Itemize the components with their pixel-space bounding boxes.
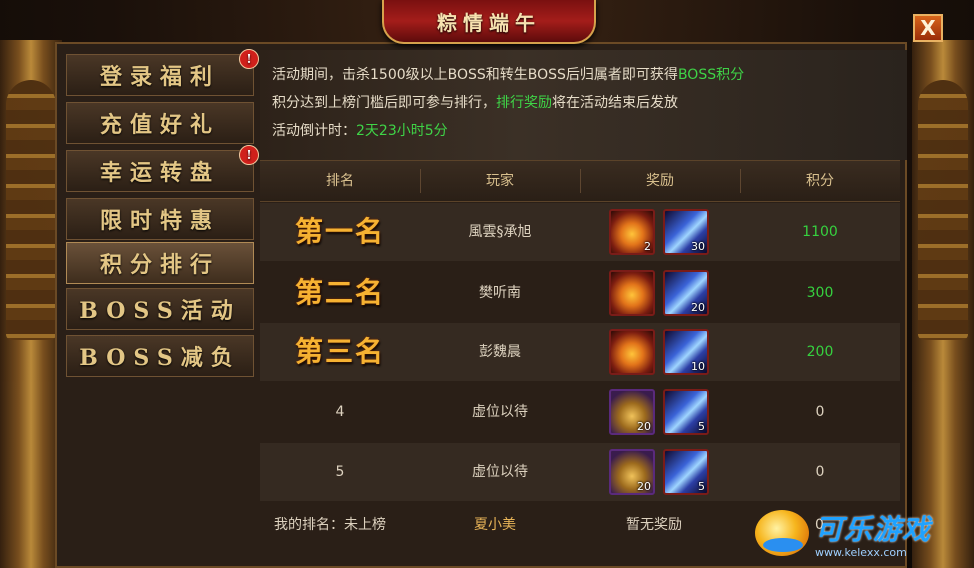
player-name: 彭魏晨 bbox=[479, 344, 521, 360]
rank-label: 第一名 bbox=[294, 215, 385, 248]
table-row: 4 虚位以待 20 5 0 bbox=[260, 383, 900, 441]
crystal-icon[interactable]: 5 bbox=[663, 449, 709, 495]
my-rank: 我的排名：未上榜 bbox=[274, 517, 386, 533]
item-quantity: 20 bbox=[637, 480, 651, 493]
item-quantity: 5 bbox=[698, 480, 705, 493]
sidebar: 登录福利 ! 充值好礼 幸运转盘 ! 限时特惠 积分排行 BOSS活动 BOSS… bbox=[64, 49, 259, 556]
my-reward: 暂无奖励 bbox=[626, 517, 682, 533]
header-score: 积分 bbox=[806, 173, 834, 189]
boss-points-highlight: BOSS积分 bbox=[677, 67, 745, 83]
crystal-icon[interactable]: 10 bbox=[663, 329, 709, 375]
my-player-name: 夏小美 bbox=[474, 517, 516, 533]
score-value: 300 bbox=[806, 285, 834, 301]
potion-icon[interactable] bbox=[609, 329, 655, 375]
table-row: 第一名 風雲§承旭 2 30 1100 bbox=[260, 203, 900, 261]
sidebar-item-label: 积分排行 bbox=[99, 252, 220, 278]
ranking-table-header: 排名 玩家 奖励 积分 bbox=[260, 160, 900, 202]
window-title: 粽情端午 bbox=[437, 10, 541, 35]
event-info: 活动期间，击杀1500级以上BOSS和转生BOSS后归属者即可获得BOSS积分 … bbox=[260, 50, 907, 160]
header-rank: 排名 bbox=[326, 173, 354, 189]
info-text: 积分达到上榜门槛后即可参与排行， bbox=[272, 95, 496, 111]
table-row: 5 虚位以待 20 5 0 bbox=[260, 443, 900, 501]
info-text: 活动期间，击杀1500级以上BOSS和转生BOSS后归属者即可获得 bbox=[272, 67, 678, 83]
kele-logo-icon bbox=[755, 510, 809, 556]
table-row: 第二名 樊听南 20 300 bbox=[260, 264, 900, 322]
crystal-icon[interactable]: 30 bbox=[663, 209, 709, 255]
watermark-url: www.kelexx.com bbox=[815, 545, 907, 559]
treasure-chest-icon[interactable]: 20 bbox=[609, 389, 655, 435]
sidebar-item-label: BOSS活动 bbox=[79, 298, 241, 324]
watermark-title: 可乐游戏 bbox=[815, 512, 932, 546]
rank-label: 第二名 bbox=[294, 276, 385, 309]
sidebar-item-label: 限时特惠 bbox=[99, 208, 220, 234]
sidebar-item-lucky-wheel[interactable]: 幸运转盘 ! bbox=[66, 145, 259, 192]
countdown-label: 活动倒计时： bbox=[272, 123, 356, 139]
player-name: 虚位以待 bbox=[472, 404, 528, 420]
player-name: 虚位以待 bbox=[472, 464, 528, 480]
rank-label: 4 bbox=[335, 404, 345, 420]
alert-badge: ! bbox=[239, 49, 259, 69]
treasure-chest-icon[interactable]: 20 bbox=[609, 449, 655, 495]
potion-icon[interactable] bbox=[609, 270, 655, 316]
item-quantity: 2 bbox=[644, 240, 651, 253]
sidebar-item-boss-event[interactable]: BOSS活动 bbox=[66, 288, 254, 330]
table-row: 第三名 彭魏晨 10 200 bbox=[260, 323, 900, 381]
site-watermark: 可乐游戏 www.kelexx.com bbox=[755, 502, 970, 564]
potion-icon[interactable]: 2 bbox=[609, 209, 655, 255]
header-reward: 奖励 bbox=[646, 173, 674, 189]
item-quantity: 20 bbox=[637, 420, 651, 433]
item-quantity: 10 bbox=[691, 360, 705, 373]
right-warrior-pillar bbox=[912, 40, 974, 568]
item-quantity: 20 bbox=[691, 301, 705, 314]
sidebar-item-boss-relief[interactable]: BOSS减负 bbox=[66, 335, 254, 377]
sidebar-item-limited-offer[interactable]: 限时特惠 bbox=[66, 198, 254, 240]
sidebar-item-points-ranking[interactable]: 积分排行 bbox=[66, 242, 254, 284]
score-value: 200 bbox=[806, 344, 834, 360]
title-plate: 粽情端午 bbox=[382, 0, 596, 44]
sidebar-item-label: BOSS减负 bbox=[79, 345, 241, 371]
score-value: 0 bbox=[815, 464, 825, 480]
score-value: 1100 bbox=[802, 224, 838, 240]
score-value: 0 bbox=[815, 404, 825, 420]
sidebar-item-label: 充值好礼 bbox=[99, 112, 220, 138]
left-warrior-pillar bbox=[0, 40, 62, 568]
countdown-value: 2天23小时5分 bbox=[356, 123, 448, 139]
close-button[interactable]: X bbox=[913, 14, 943, 42]
rank-label: 第三名 bbox=[294, 335, 385, 368]
crystal-icon[interactable]: 20 bbox=[663, 270, 709, 316]
player-name: 樊听南 bbox=[479, 285, 521, 301]
sidebar-item-label: 幸运转盘 bbox=[99, 160, 220, 186]
sidebar-item-recharge-gift[interactable]: 充值好礼 bbox=[66, 102, 254, 144]
item-quantity: 5 bbox=[698, 420, 705, 433]
sidebar-item-label: 登录福利 bbox=[99, 64, 220, 90]
info-line-2: 积分达到上榜门槛后即可参与排行，排行奖励将在活动结束后发放 bbox=[272, 92, 678, 112]
countdown: 活动倒计时：2天23小时5分 bbox=[272, 120, 448, 140]
rank-label: 5 bbox=[335, 464, 345, 480]
crystal-icon[interactable]: 5 bbox=[663, 389, 709, 435]
item-quantity: 30 bbox=[691, 240, 705, 253]
player-name: 風雲§承旭 bbox=[468, 224, 532, 240]
alert-badge: ! bbox=[239, 145, 259, 165]
sidebar-item-login-bonus[interactable]: 登录福利 ! bbox=[66, 49, 259, 96]
info-text: 将在活动结束后发放 bbox=[552, 95, 678, 111]
info-line-1: 活动期间，击杀1500级以上BOSS和转生BOSS后归属者即可获得BOSS积分 bbox=[272, 64, 744, 84]
header-player: 玩家 bbox=[486, 173, 514, 189]
rank-reward-highlight: 排行奖励 bbox=[496, 95, 552, 111]
